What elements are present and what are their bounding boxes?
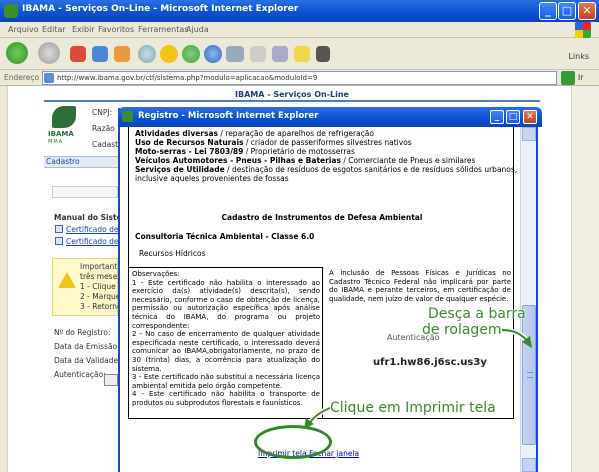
- address-bar: Endereço http://www.ibama.gov.br/ctf/sis…: [0, 70, 599, 86]
- menu-favoritos[interactable]: Favoritos: [98, 25, 134, 34]
- scroll-hint-line-2: de rolagem: [422, 322, 502, 338]
- leaf-icon: [52, 106, 76, 128]
- warn-line: três meses: [80, 272, 122, 281]
- recursos-label: Recursos Hídricos: [139, 249, 206, 258]
- messenger-icon[interactable]: [316, 46, 330, 62]
- left-strip: [0, 86, 8, 472]
- ie-title-bar: IBAMA - Serviços On-Line - Microsoft Int…: [0, 0, 599, 22]
- razao-label: Razão: [92, 124, 115, 133]
- home-icon[interactable]: [114, 46, 130, 62]
- warn-line: 2 - Marque: [80, 292, 121, 301]
- popup-close-button[interactable]: ✕: [523, 110, 537, 124]
- activity-line: Atividades diversas / reparação de apare…: [135, 129, 374, 138]
- go-icon[interactable]: [561, 71, 575, 85]
- page-icon: [44, 73, 54, 83]
- edit-icon[interactable]: [272, 46, 288, 62]
- stop-icon[interactable]: [70, 46, 86, 62]
- observacoes-box: Observações: 1 - Este certificado não ha…: [129, 267, 323, 419]
- registro-label: Nº do Registro:: [54, 328, 111, 337]
- mail-icon[interactable]: [226, 46, 244, 62]
- refresh-icon[interactable]: [92, 46, 108, 62]
- activity-line: Uso de Recursos Naturais / criador de pa…: [135, 138, 412, 147]
- ie-app-icon: [4, 4, 18, 18]
- menu-bar: Arquivo Editar Exibir Favoritos Ferramen…: [0, 22, 599, 38]
- bg-button[interactable]: [104, 374, 118, 386]
- window-title: IBAMA - Serviços On-Line - Microsoft Int…: [22, 4, 299, 14]
- toolbar: Links: [0, 38, 599, 70]
- popup-title: Registro - Microsoft Internet Explorer: [138, 111, 319, 121]
- links-label[interactable]: Links: [568, 52, 589, 61]
- cert-link-2[interactable]: Certificado de: [66, 237, 119, 246]
- popup-maximize-button[interactable]: □: [506, 110, 520, 124]
- cadastro-tab[interactable]: Cadastro: [46, 157, 80, 166]
- back-icon[interactable]: [6, 42, 28, 64]
- minimize-button[interactable]: _: [539, 2, 557, 20]
- media-icon[interactable]: [182, 45, 200, 63]
- scroll-hint-arrow-icon: [501, 327, 532, 348]
- ibama-logo: IBAMA MMA: [48, 106, 80, 146]
- ie-app-icon: [122, 111, 133, 122]
- logo-sub: MMA: [48, 139, 64, 145]
- observacoes-text: Observações: 1 - Este certificado não ha…: [132, 270, 320, 407]
- activity-line: Serviços de Utilidade / destinação de re…: [135, 165, 518, 174]
- close-button[interactable]: ✕: [578, 2, 596, 20]
- menu-arquivo[interactable]: Arquivo: [8, 25, 39, 34]
- consultoria-heading: Consultoria Técnica Ambiental - Classe 6…: [135, 232, 315, 241]
- go-button[interactable]: Ir: [578, 73, 583, 82]
- popup-title-bar: Registro - Microsoft Internet Explorer _…: [118, 107, 542, 127]
- forward-icon[interactable]: [38, 42, 60, 64]
- activity-line: Moto-serras - Lei 7803/89 / Proprietário…: [135, 147, 355, 156]
- outer-scrollbar[interactable]: [571, 86, 599, 472]
- emissao-label: Data da Emissão: [54, 342, 118, 351]
- inclusao-text: A inclusão de Pessoas Físicas e Jurídica…: [329, 269, 511, 303]
- warn-line: Important: [80, 262, 118, 271]
- history-icon[interactable]: [204, 45, 222, 63]
- menu-ajuda[interactable]: Ajuda: [186, 25, 209, 34]
- page-header: IBAMA - Serviços On-Line: [44, 90, 540, 102]
- search-icon[interactable]: [138, 45, 156, 63]
- validade-label: Data da Validade: [54, 356, 119, 365]
- cadastro-title: Cadastro de Instrumentos de Defesa Ambie…: [221, 213, 423, 222]
- windows-logo-icon: [575, 22, 591, 38]
- address-label: Endereço: [4, 73, 40, 82]
- popup-minimize-button[interactable]: _: [490, 110, 504, 124]
- bg-field: [52, 186, 118, 198]
- warning-icon: [58, 272, 76, 288]
- menu-exibir[interactable]: Exibir: [72, 25, 95, 34]
- activity-line: Veículos Automotores - Pneus - Pilhas e …: [135, 156, 476, 165]
- favorites-icon[interactable]: [160, 45, 178, 63]
- warn-line: 3 - Retorne: [80, 302, 122, 311]
- help-icon-2: [55, 237, 63, 245]
- scroll-hint-line-1: Desça a barra: [428, 306, 526, 322]
- activity-line: inclusive aqueles provenientes de fossas: [135, 174, 289, 183]
- menu-editar[interactable]: Editar: [42, 25, 66, 34]
- print-hint: Clique em Imprimir tela: [330, 400, 496, 416]
- scroll-down-arrow[interactable]: [522, 458, 536, 472]
- warn-line: 1 - Clique: [80, 282, 116, 291]
- cert-link-1[interactable]: Certificado de: [66, 225, 119, 234]
- certificate-document: Atividades diversas / reparação de apare…: [128, 127, 518, 419]
- address-input[interactable]: http://www.ibama.gov.br/ctf/sistema.php?…: [42, 71, 557, 85]
- logo-text: IBAMA: [48, 130, 74, 138]
- popup-scrollbar[interactable]: [520, 127, 536, 472]
- scroll-up-arrow[interactable]: [522, 127, 536, 141]
- menu-ferramentas[interactable]: Ferramentas: [138, 25, 188, 34]
- discuss-icon[interactable]: [294, 46, 310, 62]
- autenticacao-label: Autenticação:: [54, 370, 106, 379]
- cnpj-label: CNPJ:: [92, 108, 113, 117]
- autenticacao-code: ufr1.hw86.j6sc.us3y: [373, 357, 487, 368]
- maximize-button[interactable]: □: [558, 2, 576, 20]
- grip-icon: [527, 372, 533, 378]
- print-icon[interactable]: [250, 46, 266, 62]
- help-icon: [55, 225, 63, 233]
- print-highlight-ring: [254, 425, 332, 459]
